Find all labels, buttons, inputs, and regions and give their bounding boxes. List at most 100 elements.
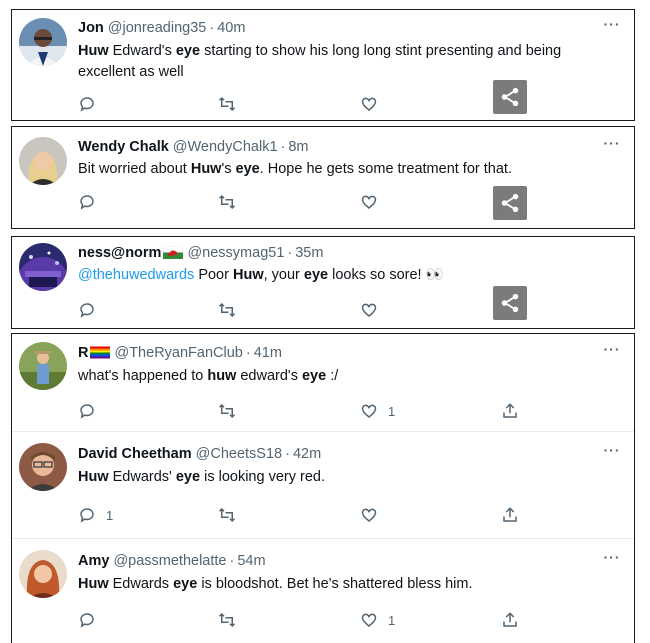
reply-icon: [78, 402, 96, 420]
retweet-icon: [218, 611, 236, 629]
tweet-text-segment: 's: [221, 161, 236, 177]
tweet-text: Huw Edwards eye is bloodshot. Bet he's s…: [78, 574, 610, 595]
tweet-text-segment: Edward's: [108, 43, 176, 59]
tweet[interactable]: David Cheetham @CheetsS18 · 42m ··· Huw Edw…: [12, 431, 634, 538]
display-name[interactable]: Wendy Chalk: [78, 139, 169, 155]
highlighted-term: eye: [303, 267, 329, 283]
separator-dot: ·: [285, 446, 290, 462]
retweet-button[interactable]: [218, 505, 236, 525]
display-name[interactable]: David Cheetham: [78, 446, 192, 462]
more-icon[interactable]: ···: [602, 443, 622, 463]
tweet-text-segment: edward's: [236, 368, 302, 384]
avatar[interactable]: [19, 243, 67, 291]
avatar[interactable]: [19, 137, 67, 185]
user-handle[interactable]: @nessymag51: [187, 245, 284, 261]
timestamp[interactable]: 54m: [237, 553, 265, 569]
tweet-header: ness@norm @nessymag51 · 35m: [78, 244, 594, 264]
timestamp[interactable]: 35m: [295, 245, 323, 261]
share-button[interactable]: [493, 80, 527, 114]
rainbow-flag-icon: [90, 346, 111, 364]
like-icon: [360, 301, 378, 319]
tweet-text: what's happened to huw edward's eye :/: [78, 366, 610, 387]
user-handle[interactable]: @passmethelatte: [113, 553, 226, 569]
tweet[interactable]: Wendy Chalk @WendyChalk1 · 8m ··· Bit worri…: [12, 127, 634, 228]
retweet-button[interactable]: [218, 192, 236, 212]
display-name[interactable]: Amy: [78, 553, 109, 569]
tweet-card: R @TheRyanFanClub · 41m ··· what's happened…: [11, 333, 635, 643]
more-icon[interactable]: ···: [602, 17, 622, 37]
highlighted-term: Huw: [232, 267, 264, 283]
action-bar: 1: [78, 401, 548, 421]
tweet-text-segment: looks so sore! 👀: [328, 267, 444, 283]
display-name[interactable]: R: [78, 345, 88, 361]
reply-button[interactable]: [78, 94, 96, 114]
share-icon: [501, 611, 519, 629]
reply-button[interactable]: [78, 610, 96, 630]
share-button[interactable]: [501, 505, 519, 525]
reply-count: 1: [106, 507, 114, 523]
retweet-button[interactable]: [218, 610, 236, 630]
timestamp[interactable]: 8m: [288, 139, 308, 155]
action-bar: 1: [78, 610, 548, 630]
reply-icon: [78, 506, 96, 524]
share-button[interactable]: [493, 186, 527, 220]
timestamp[interactable]: 41m: [254, 345, 282, 361]
mention-link[interactable]: @thehuwedwards: [78, 267, 194, 283]
avatar[interactable]: [19, 342, 67, 390]
like-count: 1: [388, 612, 396, 628]
display-name[interactable]: ness@norm: [78, 245, 161, 261]
user-handle[interactable]: @TheRyanFanClub: [114, 345, 242, 361]
like-button[interactable]: [360, 505, 378, 525]
share-icon: [501, 293, 519, 313]
tweet[interactable]: R @TheRyanFanClub · 41m ··· what's happened…: [12, 334, 634, 431]
retweet-icon: [218, 506, 236, 524]
timestamp[interactable]: 42m: [293, 446, 321, 462]
tweet-header: David Cheetham @CheetsS18 · 42m: [78, 445, 594, 463]
share-button[interactable]: [493, 286, 527, 320]
reply-icon: [78, 611, 96, 629]
tweet-text-segment: Edwards: [108, 576, 174, 592]
like-icon: [360, 611, 378, 629]
retweet-button[interactable]: [218, 300, 236, 320]
more-icon[interactable]: ···: [602, 342, 622, 362]
highlighted-term: eye: [173, 576, 198, 592]
tweet[interactable]: Jon @jonreading35 · 40m ··· Huw Edward's ey…: [12, 10, 634, 120]
reply-button[interactable]: [78, 401, 96, 421]
tweet-text-segment: what's happened to: [78, 368, 208, 384]
tweet-header: Wendy Chalk @WendyChalk1 · 8m: [78, 138, 594, 156]
tweet-header: Jon @jonreading35 · 40m: [78, 19, 594, 37]
user-handle[interactable]: @jonreading35: [108, 20, 207, 36]
timestamp[interactable]: 40m: [217, 20, 245, 36]
like-icon: [360, 193, 378, 211]
reply-icon: [78, 193, 96, 211]
highlighted-term: Huw: [78, 576, 109, 592]
reply-button[interactable]: 1: [78, 505, 113, 525]
retweet-icon: [218, 193, 236, 211]
like-button[interactable]: [360, 300, 378, 320]
like-button[interactable]: 1: [360, 610, 395, 630]
retweet-icon: [218, 301, 236, 319]
user-handle[interactable]: @WendyChalk1: [173, 139, 278, 155]
more-icon[interactable]: ···: [602, 550, 622, 570]
tweet[interactable]: Amy @passmethelatte · 54m ··· Huw Edwards e…: [12, 538, 634, 643]
avatar[interactable]: [19, 443, 67, 491]
share-button[interactable]: [501, 610, 519, 630]
display-name[interactable]: Jon: [78, 20, 104, 36]
share-button[interactable]: [501, 401, 519, 421]
retweet-button[interactable]: [218, 94, 236, 114]
user-handle[interactable]: @CheetsS18: [196, 446, 282, 462]
tweet-text-segment: is looking very red.: [200, 469, 325, 485]
share-icon: [501, 193, 519, 213]
reply-button[interactable]: [78, 300, 96, 320]
reply-button[interactable]: [78, 192, 96, 212]
tweet-text: @thehuwedwards Poor Huw, your eye looks …: [78, 265, 610, 286]
separator-dot: ·: [245, 345, 251, 361]
retweet-button[interactable]: [218, 401, 236, 421]
like-button[interactable]: 1: [360, 401, 395, 421]
tweet[interactable]: ness@norm @nessymag51 · 35m @thehuwedwards …: [12, 237, 634, 328]
avatar[interactable]: [19, 550, 67, 598]
like-button[interactable]: [360, 94, 378, 114]
avatar[interactable]: [19, 18, 67, 66]
like-button[interactable]: [360, 192, 378, 212]
more-icon[interactable]: ···: [602, 136, 622, 156]
